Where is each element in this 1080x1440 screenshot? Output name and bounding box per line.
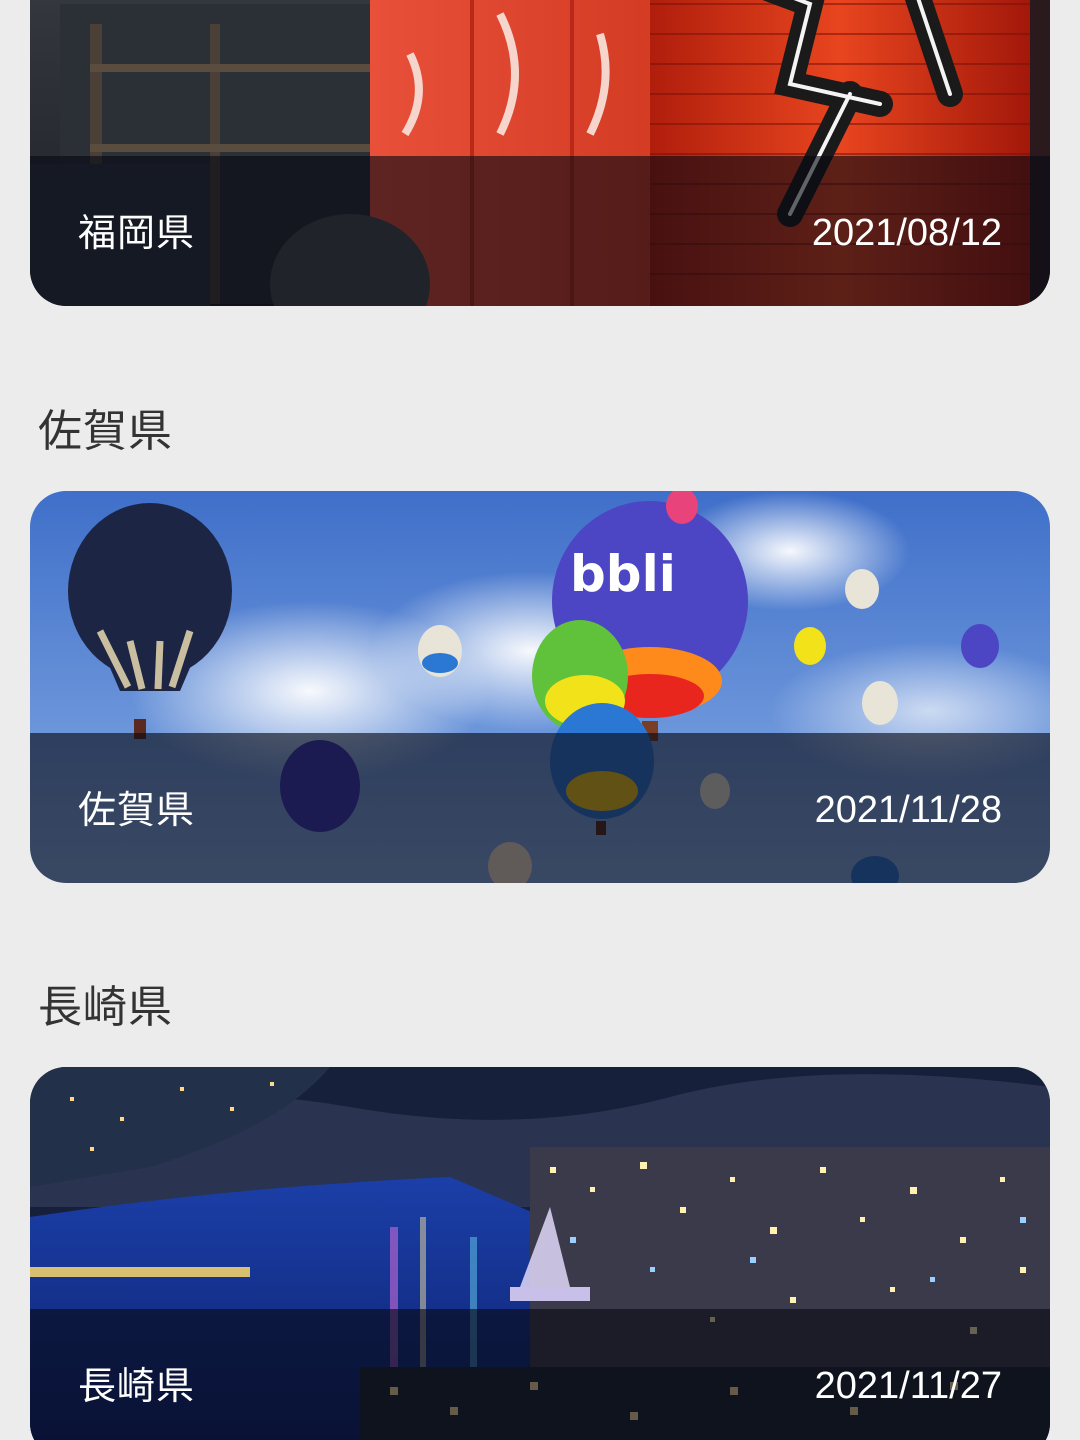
prefecture-card-nagasaki[interactable]: 長崎県 2021/11/27 [30,1067,1050,1440]
prefecture-feed: 福岡県 2021/08/12 佐賀県 bbli 佐賀県 2021/11/28 長… [0,0,1080,1440]
section-title-nagasaki: 長崎県 [38,982,173,1033]
card-prefecture-name: 長崎県 [78,1364,196,1408]
card-date: 2021/08/12 [811,212,1002,254]
svg-text:bbli: bbli [570,545,676,603]
card-prefecture-name: 佐賀県 [78,788,196,832]
card-prefecture-name: 福岡県 [78,211,196,255]
card-date: 2021/11/28 [814,789,1002,831]
section-title-saga: 佐賀県 [38,406,173,457]
prefecture-card-fukuoka[interactable]: 福岡県 2021/08/12 [30,0,1050,306]
card-date: 2021/11/27 [814,1365,1002,1407]
prefecture-card-saga[interactable]: bbli 佐賀県 2021/11/28 [30,491,1050,883]
